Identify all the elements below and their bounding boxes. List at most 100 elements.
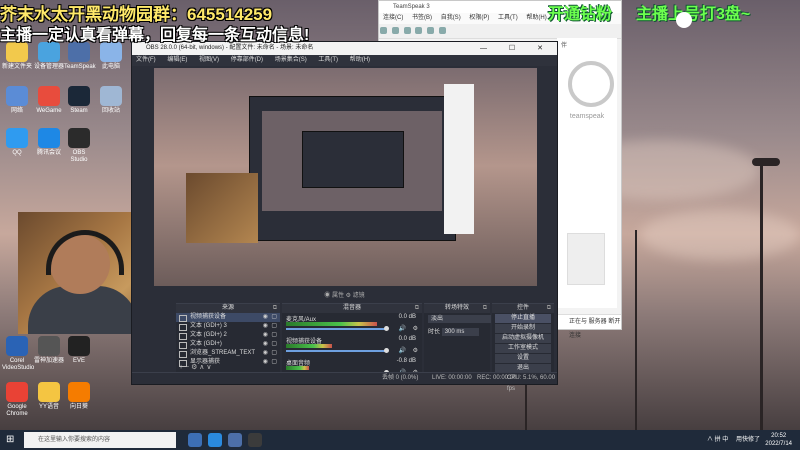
- lock-icon[interactable]: ▢: [271, 349, 277, 358]
- desktop-icon-label: 雷神加速器: [34, 358, 65, 364]
- transition-duration-input[interactable]: 300 ms: [441, 328, 479, 336]
- task-view-icon[interactable]: [188, 433, 202, 447]
- transition-type-select[interactable]: 淡出: [428, 315, 491, 323]
- close-icon[interactable]: ⧉: [483, 304, 487, 313]
- desktop-icon[interactable]: WeGame: [34, 86, 64, 115]
- desktop-icon-label: Google Chrome: [6, 404, 28, 417]
- ts-menu-permissions[interactable]: 权限(P): [469, 15, 489, 21]
- speaker-icon[interactable]: 🔊: [399, 325, 406, 332]
- away-icon[interactable]: [403, 27, 411, 34]
- ts-menu-tools[interactable]: 工具(T): [498, 15, 518, 21]
- desktop-icon[interactable]: EVE: [64, 336, 94, 365]
- system-tray[interactable]: ∧ 拼 中 用快修了: [707, 430, 760, 450]
- app-icon: [38, 128, 60, 148]
- window-controls[interactable]: — ☐ ✕: [480, 42, 553, 55]
- source-row[interactable]: 文本 (GDI+) ◉ ▢: [176, 340, 280, 349]
- source-row[interactable]: 文本 (GDI+) 3 ◉ ▢: [176, 322, 280, 331]
- teamspeak-taskbar-icon[interactable]: [228, 433, 242, 447]
- bookmark-icon[interactable]: [438, 27, 446, 34]
- ts-menu-help[interactable]: 帮助(H): [526, 15, 546, 21]
- desktop-icon[interactable]: OBS Studio: [64, 128, 94, 164]
- channel-db: 0.0 dB: [398, 336, 416, 342]
- obs-menu-docks[interactable]: 停靠部件(D): [231, 57, 263, 63]
- desktop-icon[interactable]: 向日葵: [64, 382, 94, 411]
- lock-icon[interactable]: ▢: [271, 313, 277, 322]
- network-status[interactable]: 用快修了: [736, 437, 760, 443]
- obs-window[interactable]: OBS 28.0.0 (64-bit, windows) - 配置文件: 未命名…: [131, 41, 558, 392]
- control-button[interactable]: 启动虚拟摄像机: [495, 334, 551, 343]
- volume-slider[interactable]: [286, 326, 389, 331]
- ts-logo-text: teamspeak: [569, 113, 605, 120]
- close-icon[interactable]: ⧉: [415, 304, 419, 313]
- taskbar-clock[interactable]: 20:52 2022/7/14: [765, 432, 792, 448]
- slider-knob[interactable]: [384, 326, 389, 331]
- lock-icon[interactable]: ▢: [271, 331, 277, 340]
- desktop-icon[interactable]: 新建文件夹: [2, 42, 32, 71]
- visibility-eye-icon[interactable]: ◉: [263, 340, 268, 349]
- tray-icons[interactable]: ∧ 拼 中: [707, 437, 728, 443]
- desktop-icon[interactable]: TeamSpeak: [64, 42, 96, 71]
- slider-knob[interactable]: [384, 348, 389, 353]
- desktop-icon[interactable]: 网络: [2, 86, 32, 115]
- desktop-icon[interactable]: Steam: [64, 86, 94, 115]
- windows-start-icon[interactable]: ⊞: [6, 435, 16, 445]
- desktop-icon[interactable]: 回收站: [96, 86, 126, 115]
- source-row[interactable]: 文本 (GDI+) 2 ◉ ▢: [176, 331, 280, 340]
- control-button[interactable]: 设置: [495, 354, 551, 363]
- taskbar-search-input[interactable]: 在这里输入你要搜索的内容: [24, 432, 176, 448]
- obs-menu-tools[interactable]: 工具(T): [318, 57, 338, 63]
- ts-menu-connect[interactable]: 连接(C): [383, 15, 403, 21]
- obs-menu-scene-collection[interactable]: 场景集合(S): [275, 57, 307, 63]
- lock-icon[interactable]: ▢: [271, 340, 277, 349]
- volume-slider[interactable]: [286, 348, 389, 353]
- gear-icon[interactable]: ⚙: [413, 347, 418, 354]
- desktop-icon-label: Steam: [70, 108, 88, 114]
- visibility-eye-icon[interactable]: ◉: [263, 322, 268, 331]
- app-icon: [38, 382, 60, 402]
- edge-icon[interactable]: [208, 433, 222, 447]
- desktop-icon[interactable]: YY语音: [34, 382, 64, 411]
- overlay-fan-promo: 开通钻粉: [548, 6, 613, 23]
- mute-mic-icon[interactable]: [415, 27, 423, 34]
- obs-preview-toolbar: ◉ 属性 ⚙ 滤镜: [132, 290, 557, 302]
- transitions-dock-header: 转场特效 ⧉: [424, 304, 490, 313]
- control-button[interactable]: 开始录制: [495, 324, 551, 333]
- gear-icon[interactable]: ⚙: [413, 325, 418, 332]
- obs-taskbar-icon[interactable]: [248, 433, 262, 447]
- desktop-icon-label: 设备管理器: [34, 64, 65, 70]
- control-button[interactable]: 停止直播: [495, 314, 551, 323]
- obs-menu-edit[interactable]: 编辑(E): [167, 57, 187, 63]
- obs-menu-file[interactable]: 文件(F): [136, 57, 156, 63]
- close-icon[interactable]: ⧉: [547, 304, 551, 313]
- obs-menu-view[interactable]: 视图(V): [199, 57, 219, 63]
- visibility-eye-icon[interactable]: ◉: [263, 349, 268, 358]
- source-name: 文本 (GDI+): [190, 341, 222, 347]
- connect-icon[interactable]: [380, 27, 387, 34]
- mute-speaker-icon[interactable]: [427, 27, 435, 34]
- obs-menu-help[interactable]: 帮助(H): [350, 57, 370, 63]
- desktop-icon[interactable]: 腾讯会议: [34, 128, 64, 157]
- desktop-icon[interactable]: QQ: [2, 128, 32, 157]
- desktop-icon[interactable]: Google Chrome: [2, 382, 32, 418]
- desktop-icon[interactable]: 设备管理器: [34, 42, 64, 71]
- app-icon: [68, 42, 90, 62]
- control-button[interactable]: 工作室模式: [495, 344, 551, 353]
- app-icon: [100, 86, 122, 106]
- visibility-eye-icon[interactable]: ◉: [263, 313, 268, 322]
- close-icon[interactable]: ⧉: [273, 304, 277, 313]
- desktop-icon[interactable]: Corel VideoStudio: [2, 336, 34, 372]
- lock-icon[interactable]: ▢: [271, 322, 277, 331]
- obs-preview[interactable]: [154, 68, 537, 286]
- desktop-icon-label: YY语音: [38, 404, 59, 410]
- ts-menu-bookmarks[interactable]: 书签(B): [412, 15, 432, 21]
- source-row[interactable]: 视频捕获设备 ◉ ▢: [176, 313, 280, 322]
- desktop-icon[interactable]: 雷神加速器: [34, 336, 64, 365]
- desktop-icon[interactable]: 此电脑: [96, 42, 126, 71]
- sources-footer[interactable]: + − ⚙ ∧ ∨: [176, 363, 280, 372]
- visibility-eye-icon[interactable]: ◉: [263, 331, 268, 340]
- speaker-icon[interactable]: 🔊: [399, 347, 406, 354]
- source-row[interactable]: 浏览器_STREAM_TEXT ◉ ▢: [176, 349, 280, 358]
- disconnect-icon[interactable]: [391, 27, 399, 34]
- source-properties-filters[interactable]: ◉ 属性 ⚙ 滤镜: [324, 293, 364, 299]
- ts-menu-self[interactable]: 自我(S): [441, 15, 461, 21]
